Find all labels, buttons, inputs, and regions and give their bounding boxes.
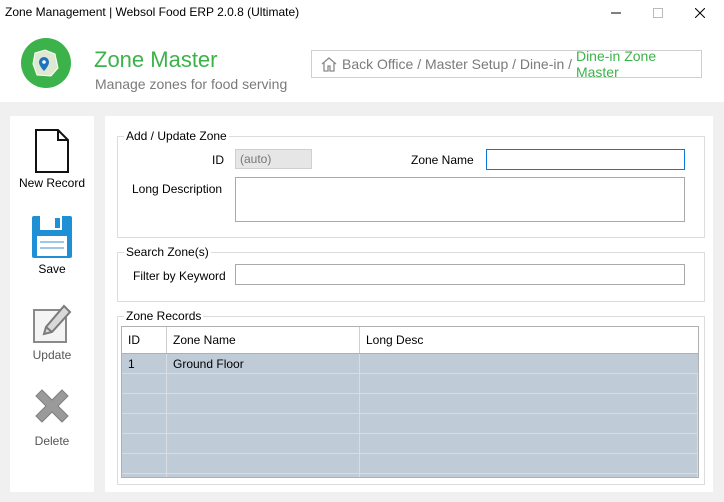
cell-id: 1 bbox=[122, 354, 167, 373]
map-pin-icon bbox=[32, 49, 59, 77]
edit-pencil-icon bbox=[33, 304, 72, 343]
breadcrumb-current: Dine-in Zone Master bbox=[575, 48, 657, 80]
empty-row bbox=[122, 394, 698, 414]
id-field[interactable] bbox=[235, 149, 312, 169]
title-bar: Zone Management | Websol Food ERP 2.0.8 … bbox=[0, 0, 724, 26]
records-legend: Zone Records bbox=[126, 309, 202, 323]
breadcrumb-path[interactable]: Back Office / Master Setup / Dine-in / bbox=[342, 56, 576, 72]
header: Zone Master Manage zones for food servin… bbox=[0, 26, 724, 102]
empty-row bbox=[122, 434, 698, 454]
empty-row bbox=[122, 474, 698, 477]
app-logo bbox=[21, 38, 71, 88]
cell-long-desc bbox=[360, 354, 698, 373]
id-label: ID bbox=[212, 153, 224, 167]
grid-header: ID Zone Name Long Desc bbox=[122, 327, 698, 354]
app-title: Zone Master bbox=[94, 47, 218, 72]
search-legend: Search Zone(s) bbox=[126, 245, 209, 259]
add-update-legend: Add / Update Zone bbox=[126, 129, 227, 143]
close-icon bbox=[695, 8, 705, 18]
minimize-button[interactable] bbox=[596, 0, 636, 26]
breadcrumb: Back Office / Master Setup / Dine-in / D… bbox=[311, 48, 702, 80]
new-document-icon bbox=[35, 129, 69, 173]
column-header-zone-name[interactable]: Zone Name bbox=[167, 327, 360, 353]
empty-row bbox=[122, 454, 698, 474]
close-button[interactable] bbox=[680, 0, 720, 26]
table-row[interactable]: 1 Ground Floor bbox=[122, 354, 698, 374]
delete-x-icon bbox=[35, 389, 69, 423]
home-icon[interactable] bbox=[320, 56, 338, 72]
update-button[interactable]: Update bbox=[10, 300, 94, 362]
save-button[interactable]: Save bbox=[10, 214, 94, 276]
delete-label: Delete bbox=[34, 434, 70, 448]
filter-keyword-input[interactable] bbox=[235, 264, 685, 285]
app-subtitle: Manage zones for food serving bbox=[95, 76, 288, 92]
empty-row bbox=[122, 374, 698, 394]
maximize-button[interactable] bbox=[638, 0, 678, 26]
cell-zone-name: Ground Floor bbox=[167, 354, 360, 373]
column-header-long-desc[interactable]: Long Desc bbox=[360, 327, 698, 353]
minimize-icon bbox=[611, 12, 621, 14]
save-label: Save bbox=[38, 262, 66, 276]
update-label: Update bbox=[32, 348, 72, 362]
long-description-label: Long Description bbox=[132, 182, 223, 196]
empty-row bbox=[122, 414, 698, 434]
long-description-field[interactable] bbox=[235, 177, 685, 222]
window-title: Zone Management | Websol Food ERP 2.0.8 … bbox=[5, 5, 300, 19]
new-record-label: New Record bbox=[18, 176, 86, 190]
toolbar-sidebar: New Record Save Update Delete bbox=[10, 116, 94, 492]
delete-button[interactable]: Delete bbox=[10, 386, 94, 448]
maximize-icon bbox=[653, 8, 663, 18]
new-record-button[interactable]: New Record bbox=[10, 128, 94, 190]
column-header-id[interactable]: ID bbox=[122, 327, 167, 353]
zone-records-grid[interactable]: ID Zone Name Long Desc 1 Ground Floor bbox=[121, 326, 699, 478]
save-floppy-icon bbox=[32, 216, 72, 258]
zone-name-field[interactable] bbox=[486, 149, 685, 170]
zone-name-label: Zone Name bbox=[411, 153, 474, 167]
filter-keyword-label: Filter by Keyword bbox=[133, 269, 226, 283]
